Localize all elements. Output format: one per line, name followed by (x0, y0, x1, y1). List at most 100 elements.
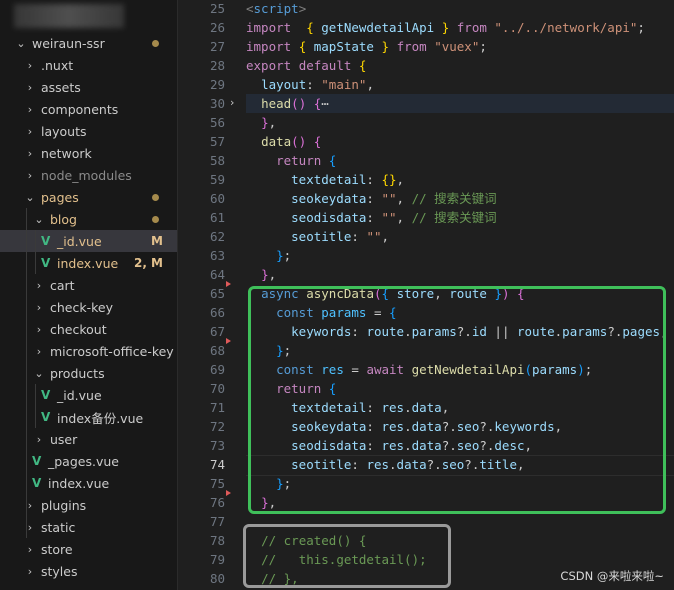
code-token: : (351, 229, 367, 244)
line-number: 67 (209, 324, 225, 339)
chevron-right-icon[interactable]: › (23, 147, 37, 160)
code-line[interactable]: }, (246, 265, 276, 284)
folder-item[interactable]: › store (0, 538, 177, 560)
chevron-right-icon[interactable]: › (32, 279, 46, 292)
tree-item-label: cart (50, 277, 75, 293)
tree-item-label: node_modules (41, 167, 132, 183)
folder-item[interactable]: › styles (0, 560, 177, 582)
chevron-down-icon[interactable]: ⌄ (32, 213, 46, 226)
folder-item[interactable]: ⌄ weiraun-ssr (0, 32, 177, 54)
chevron-right-icon[interactable]: › (23, 543, 37, 556)
folder-item[interactable]: › network (0, 142, 177, 164)
tree-item-label: network (41, 145, 92, 161)
code-token: textdetail (291, 172, 367, 187)
code-line[interactable]: seokeydata: "", // 搜索关键词 (246, 189, 497, 208)
line-number: 59 (209, 172, 225, 187)
code-line[interactable]: return { (246, 151, 336, 170)
tree-item-label: components (41, 101, 119, 117)
code-token: "main" (321, 77, 367, 92)
indent-guide (35, 230, 36, 274)
fold-chevron-icon[interactable]: › (230, 96, 234, 109)
code-token: "" (381, 210, 397, 225)
vue-file-icon: V (32, 454, 42, 468)
chevron-right-icon[interactable]: › (32, 301, 46, 314)
code-line[interactable]: }, (246, 113, 276, 132)
chevron-right-icon[interactable]: › (32, 345, 46, 358)
line-number: 78 (209, 533, 225, 548)
chevron-down-icon[interactable]: ⌄ (14, 37, 28, 50)
chevron-right-icon[interactable]: › (23, 125, 37, 138)
code-line[interactable]: layout: "main", (246, 75, 374, 94)
code-token: , (268, 115, 277, 130)
folder-item[interactable]: › node_modules (0, 164, 177, 186)
code-line[interactable]: <script> (246, 0, 306, 18)
chevron-right-icon[interactable]: › (23, 103, 37, 116)
code-token: "" (381, 191, 397, 206)
folder-item[interactable]: › layouts (0, 120, 177, 142)
code-line[interactable]: textdetail: {}, (246, 170, 404, 189)
code-token: () (291, 96, 307, 111)
line-number: 64 (209, 267, 225, 282)
line-number: 73 (209, 438, 225, 453)
chevron-right-icon[interactable]: › (32, 323, 46, 336)
code-token: } (261, 267, 269, 282)
chevron-right-icon[interactable]: › (32, 433, 46, 446)
code-line[interactable]: head() {⋯ (246, 94, 329, 113)
line-number: 26 (209, 20, 225, 35)
code-line[interactable]: }; (246, 246, 291, 265)
code-token: head (261, 96, 292, 111)
code-token: } (381, 39, 390, 54)
chevron-right-icon[interactable]: › (23, 169, 37, 182)
indent-guide (35, 384, 36, 428)
chevron-right-icon[interactable]: › (23, 81, 37, 94)
code-line[interactable]: import { mapState } from "vuex"; (246, 37, 487, 56)
folder-item[interactable]: › assets (0, 76, 177, 98)
chevron-right-icon[interactable]: › (23, 565, 37, 578)
code-line[interactable]: import { getNewdetailApi } from "../../n… (246, 18, 645, 37)
chevron-right-icon[interactable]: › (23, 59, 37, 72)
code-token: : (366, 172, 382, 187)
folder-item[interactable]: › .nuxt (0, 54, 177, 76)
tree-item-label: products (50, 365, 105, 381)
folder-item[interactable]: ⌄ pages (0, 186, 177, 208)
code-token: , (396, 210, 412, 225)
code-token: import (246, 39, 292, 54)
chevron-down-icon[interactable]: ⌄ (23, 191, 37, 204)
code-line[interactable]: data() { (246, 132, 321, 151)
modified-dot-icon (152, 215, 159, 223)
code-token: , (396, 172, 405, 187)
line-number: 29 (209, 77, 225, 92)
explorer-sidebar: ⌄ weiraun-ssr › .nuxt › assets › components › lay… (0, 0, 178, 590)
diff-marker-icon (226, 338, 231, 344)
tree-item-label: styles (41, 563, 78, 579)
modified-dot-icon (152, 193, 159, 201)
line-number: 60 (209, 191, 225, 206)
folder-item[interactable]: › components (0, 98, 177, 120)
chevron-down-icon[interactable]: ⌄ (32, 367, 46, 380)
code-line[interactable]: seotitle: "", (246, 227, 389, 246)
line-number: 72 (209, 419, 225, 434)
line-number: 28 (209, 58, 225, 73)
code-line[interactable]: seodisdata: "", // 搜索关键词 (246, 208, 497, 227)
tree-item-label: index备份.vue (57, 410, 144, 426)
vue-file-icon: V (41, 234, 51, 248)
tree-item-label: plugins (41, 497, 87, 513)
vue-file-icon: V (41, 388, 51, 402)
code-line[interactable]: export default { (246, 56, 366, 75)
line-number: 58 (209, 153, 225, 168)
code-token: { (306, 20, 314, 35)
tree-item-label: check-key (50, 299, 113, 315)
code-token: getNewdetailApi (321, 20, 435, 35)
code-token: export (246, 58, 292, 73)
line-number: 70 (209, 381, 225, 396)
